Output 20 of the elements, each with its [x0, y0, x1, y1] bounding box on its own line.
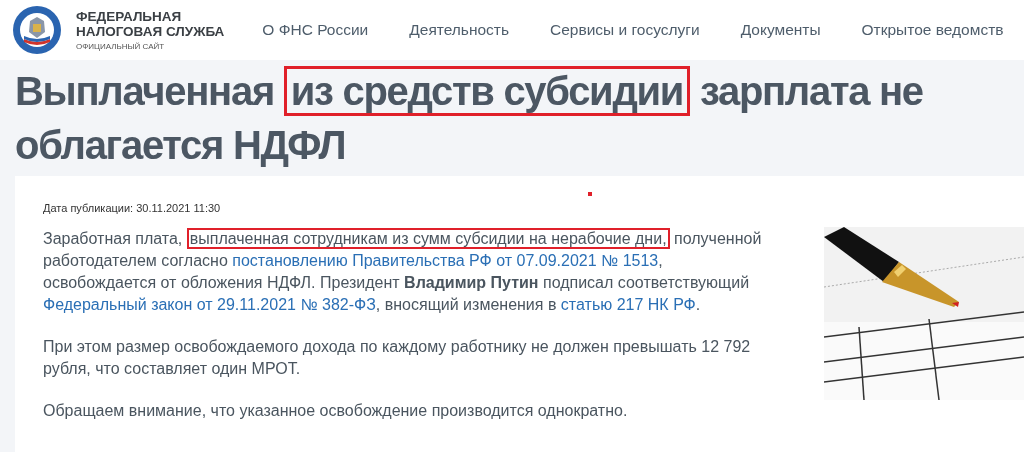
article-paragraph: Заработная плата, выплаченная сотрудникам из сумм субсидии на нерабочие дни, полученной работодателем согласно постановлению Правительства РФ от 07.09.2021 № 1513, освобождается от обложения НДФЛ. Президент Владимир Путин подписал соответствующий Федеральный закон от 29.11.2021 № 382-ФЗ, вносящий изменения в статью 217 НК РФ. [43, 228, 763, 315]
article-link[interactable]: постановлению Правительства РФ от 07.09.2021 № 1513 [232, 252, 659, 269]
article-title: Выплаченная из средств субсидии зарплата не облагается НДФЛ [15, 64, 1020, 172]
stray-mark [588, 192, 592, 196]
publication-date: Дата публикации: 30.11.2021 11:30 [43, 202, 222, 214]
article-paragraph: При этом размер освобождаемого дохода по каждому работнику не должен превышать 12 792 рубля, что составляет один МРОТ. [43, 337, 752, 379]
nav-link[interactable]: Сервисы и госуслуги [550, 21, 700, 39]
logo-title: ФЕДЕРАЛЬНАЯ [76, 9, 183, 24]
logo-title: НАЛОГОВАЯ СЛУЖБА [76, 24, 225, 39]
nav-link[interactable]: Деятельность [409, 21, 510, 39]
nav-link[interactable]: Открытое ведомств [861, 21, 1004, 39]
article-link[interactable]: статью 217 НК РФ [560, 296, 696, 313]
article-paragraph: Обращаем внимание, что указанное освобождение производится однократно. [43, 401, 629, 421]
emblem-icon[interactable] [12, 5, 62, 55]
highlighted-phrase: выплаченная сотрудникам из сумм субсидии на нерабочие дни, [186, 228, 670, 249]
logo-subtitle: ОФИЦИАЛЬНЫЙ САЙТ [76, 42, 166, 51]
article-link[interactable]: Федеральный закон от 29.11.2021 № 382-ФЗ [43, 296, 376, 313]
highlighted-phrase: из средств субсидии [283, 66, 691, 116]
nav-link[interactable]: Документы [740, 21, 821, 39]
nav-link[interactable]: О ФНС России [262, 21, 369, 39]
